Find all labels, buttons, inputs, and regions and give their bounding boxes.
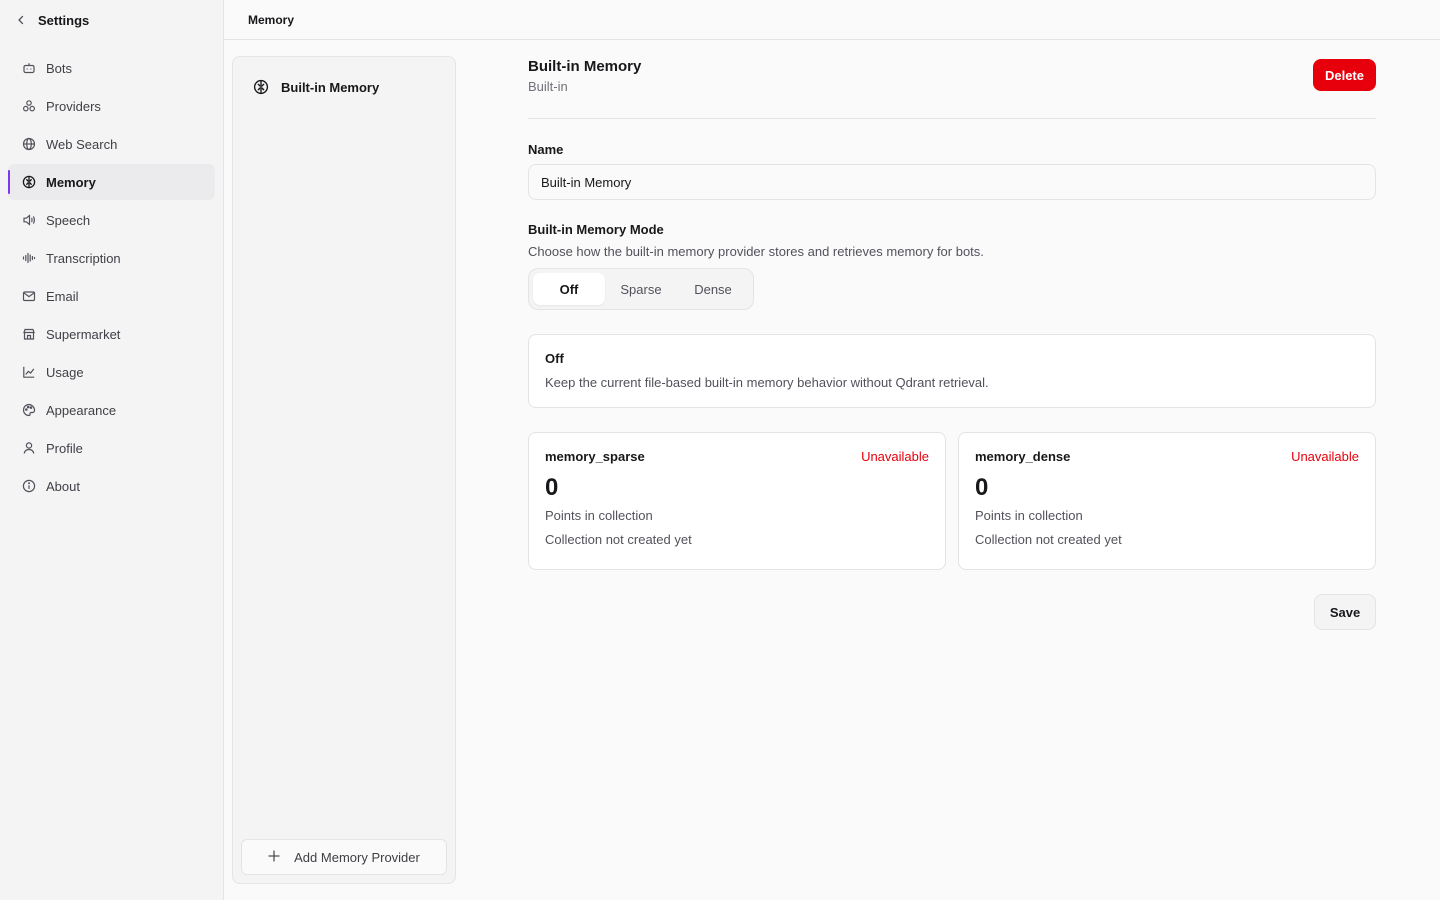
save-row: Save: [528, 594, 1376, 654]
page-title: Built-in Memory: [528, 58, 642, 75]
memory-mode-description: Choose how the built-in memory provider …: [528, 244, 984, 259]
sidebar-item-label: Supermarket: [46, 326, 121, 342]
sidebar-item-transcription[interactable]: Transcription: [8, 240, 215, 276]
mode-info-box: Off Keep the current file-based built-in…: [528, 334, 1376, 408]
mode-option-off[interactable]: Off: [533, 273, 605, 305]
sidebar-item-label: Transcription: [46, 250, 121, 266]
sidebar-item-providers[interactable]: Providers: [8, 88, 215, 124]
name-label: Name: [528, 142, 564, 157]
memory-mode-label: Built-in Memory Mode: [528, 222, 664, 237]
plus-icon: [268, 849, 280, 865]
add-memory-provider-label: Add Memory Provider: [294, 849, 420, 865]
collection-note: Collection not created yet: [975, 532, 1122, 547]
sidebar-header[interactable]: Settings: [0, 0, 223, 40]
globe-icon: [22, 137, 46, 151]
points-caption: Points in collection: [975, 508, 1083, 523]
add-memory-provider-button[interactable]: Add Memory Provider: [241, 839, 447, 875]
divider: [528, 118, 1376, 119]
stat-card-memory-dense: memory_dense Unavailable 0 Points in col…: [958, 432, 1376, 570]
sidebar-item-about[interactable]: About: [8, 468, 215, 504]
sidebar-item-label: Email: [46, 288, 79, 304]
status-badge: Unavailable: [861, 449, 929, 464]
chevron-left-icon[interactable]: [16, 15, 38, 25]
brain-icon: [22, 175, 46, 189]
provider-item-built-in-memory[interactable]: Built-in Memory: [241, 65, 447, 109]
sidebar-item-label: Bots: [46, 60, 73, 76]
provider-list-panel: Built-in Memory Add Memory Provider: [232, 56, 456, 884]
memory-mode-segmented-control: Off Sparse Dense: [528, 268, 754, 310]
save-button[interactable]: Save: [1314, 594, 1376, 630]
name-input[interactable]: [528, 164, 1376, 200]
points-caption: Points in collection: [545, 508, 653, 523]
sidebar-item-label: Appearance: [46, 402, 117, 418]
status-badge: Unavailable: [1291, 449, 1359, 464]
sidebar-item-memory[interactable]: Memory: [8, 164, 215, 200]
delete-button[interactable]: Delete: [1312, 59, 1376, 91]
topbar: Memory: [224, 0, 1440, 40]
waveform-icon: [22, 251, 46, 265]
bot-icon: [22, 61, 46, 75]
palette-icon: [22, 403, 46, 417]
sidebar-item-email[interactable]: Email: [8, 278, 215, 314]
sidebar-item-bots[interactable]: Bots: [8, 50, 215, 86]
sidebar-item-speech[interactable]: Speech: [8, 202, 215, 238]
sidebar-item-label: About: [46, 478, 80, 494]
info-icon: [22, 479, 46, 493]
collection-note: Collection not created yet: [545, 532, 692, 547]
speaker-icon: [22, 213, 46, 227]
store-icon: [22, 327, 46, 341]
sidebar-item-label: Providers: [46, 98, 101, 114]
sidebar-title: Settings: [38, 12, 90, 28]
collection-stats: memory_sparse Unavailable 0 Points in co…: [528, 432, 1376, 570]
mode-info-title: Off: [545, 351, 564, 366]
sidebar-item-profile[interactable]: Profile: [8, 430, 215, 466]
sidebar-item-label: Usage: [46, 364, 84, 380]
points-count: 0: [975, 474, 989, 501]
page-subtitle: Built-in: [528, 79, 568, 94]
mode-option-sparse[interactable]: Sparse: [605, 273, 677, 305]
sidebar-nav: Bots Providers Web Search Memory Speech: [0, 40, 223, 504]
sidebar-item-label: Memory: [46, 174, 96, 190]
breadcrumb: Memory: [248, 12, 295, 27]
sidebar-item-label: Web Search: [46, 136, 118, 152]
stat-card-memory-sparse: memory_sparse Unavailable 0 Points in co…: [528, 432, 946, 570]
brain-icon: [253, 79, 281, 95]
mode-option-dense[interactable]: Dense: [677, 273, 749, 305]
sidebar-item-label: Profile: [46, 440, 83, 456]
providers-icon: [22, 99, 46, 113]
points-count: 0: [545, 474, 559, 501]
user-icon: [22, 441, 46, 455]
sidebar-item-usage[interactable]: Usage: [8, 354, 215, 390]
provider-item-label: Built-in Memory: [281, 79, 380, 95]
sidebar-item-label: Speech: [46, 212, 91, 228]
memory-provider-detail: Built-in Memory Built-in Delete Name Bui…: [528, 56, 1376, 654]
sidebar-item-supermarket[interactable]: Supermarket: [8, 316, 215, 352]
mail-icon: [22, 289, 46, 303]
sidebar-item-appearance[interactable]: Appearance: [8, 392, 215, 428]
sidebar-item-web-search[interactable]: Web Search: [8, 126, 215, 162]
chart-icon: [22, 365, 46, 379]
mode-info-description: Keep the current file-based built-in mem…: [545, 375, 989, 390]
settings-sidebar: Settings Bots Providers Web Search Memor…: [0, 0, 224, 900]
